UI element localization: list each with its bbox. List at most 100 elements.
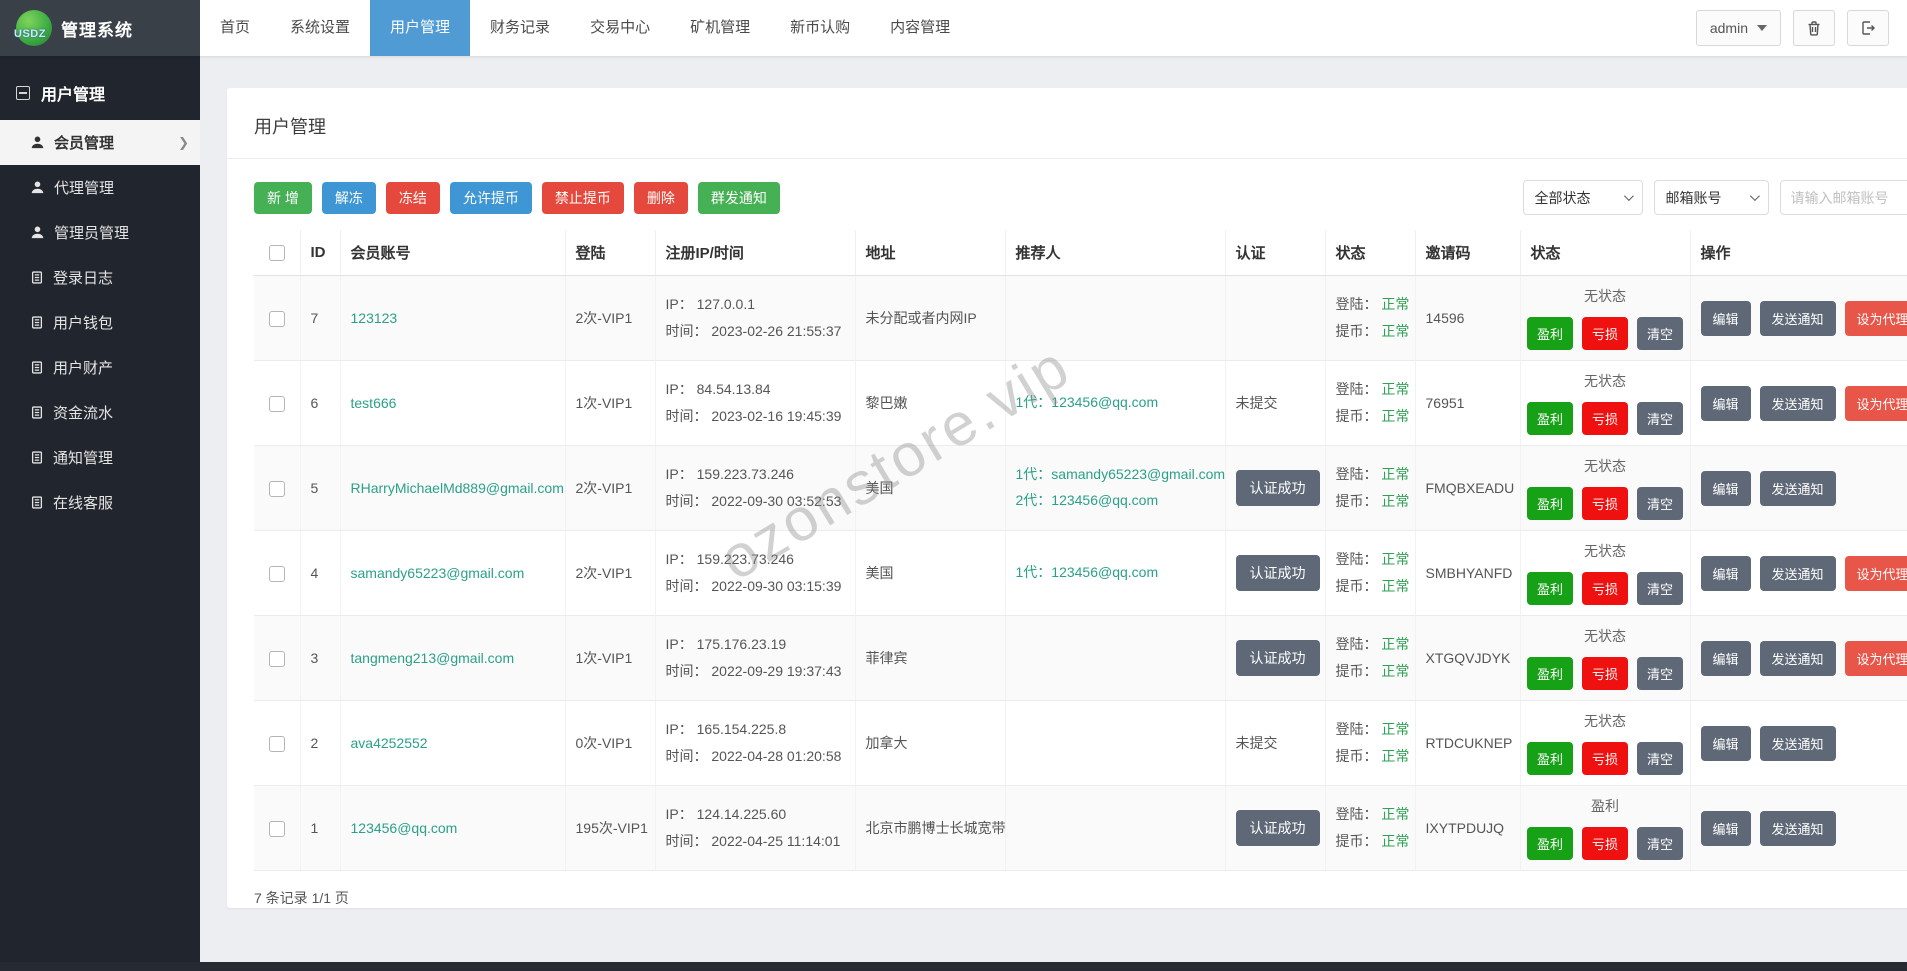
search-input[interactable] [1791,190,1907,206]
row-checkbox[interactable] [269,821,285,837]
clear-button[interactable]: 清空 [1637,487,1683,520]
edit-button[interactable]: 编辑 [1701,811,1751,846]
sidebar-item-用户钱包[interactable]: 用户钱包 [0,300,200,345]
clear-button[interactable]: 清空 [1637,742,1683,775]
row-checkbox[interactable] [269,736,285,752]
sidebar-item-在线客服[interactable]: 在线客服 [0,480,200,525]
account-link[interactable]: samandy65223@gmail.com [351,565,525,581]
loss-button[interactable]: 亏损 [1582,572,1628,605]
profit-button[interactable]: 盈利 [1527,827,1573,860]
profit-button[interactable]: 盈利 [1527,402,1573,435]
row-checkbox[interactable] [269,481,285,497]
loss-button[interactable]: 亏损 [1582,402,1628,435]
loss-button[interactable]: 亏损 [1582,317,1628,350]
send-notify-button[interactable]: 发送通知 [1760,641,1836,676]
account-link[interactable]: RHarryMichaelMd889@gmail.com [351,480,564,496]
nav-item-财务记录[interactable]: 财务记录 [470,0,570,56]
row-checkbox[interactable] [269,566,285,582]
profit-button[interactable]: 盈利 [1527,572,1573,605]
auth-success-button[interactable]: 认证成功 [1236,470,1320,506]
select-all-checkbox[interactable] [269,245,285,261]
nav-item-内容管理[interactable]: 内容管理 [870,0,970,56]
clear-button[interactable]: 清空 [1637,827,1683,860]
sidebar-item-管理员管理[interactable]: 管理员管理 [0,210,200,255]
set-agent-button[interactable]: 设为代理 [1845,386,1907,421]
sidebar-item-登录日志[interactable]: 登录日志 [0,255,200,300]
nav-item-矿机管理[interactable]: 矿机管理 [670,0,770,56]
clear-button[interactable]: 清空 [1637,402,1683,435]
clear-cache-button[interactable] [1793,10,1835,46]
sidebar-item-通知管理[interactable]: 通知管理 [0,435,200,480]
time-line: 时间： 2022-04-25 11:14:01 [666,828,845,855]
clear-button[interactable]: 清空 [1637,317,1683,350]
sidebar-item-会员管理[interactable]: 会员管理❯ [0,120,200,165]
referrer-line[interactable]: 2代：123456@qq.com [1016,488,1215,514]
sidebar-item-代理管理[interactable]: 代理管理 [0,165,200,210]
bulk-button-允许提币[interactable]: 允许提币 [450,182,532,214]
edit-button[interactable]: 编辑 [1701,471,1751,506]
referrer-line[interactable]: 1代：123456@qq.com [1016,390,1215,416]
field-filter-select[interactable]: 邮箱账号 [1654,180,1769,215]
account-link[interactable]: test666 [351,395,397,411]
account-link[interactable]: 123456@qq.com [351,820,458,836]
profit-button[interactable]: 盈利 [1527,487,1573,520]
profit-button[interactable]: 盈利 [1527,742,1573,775]
edit-button[interactable]: 编辑 [1701,556,1751,591]
loss-button[interactable]: 亏损 [1582,487,1628,520]
sidebar-section-label: 用户管理 [41,81,105,105]
account-link[interactable]: tangmeng213@gmail.com [351,650,515,666]
auth-success-button[interactable]: 认证成功 [1236,555,1320,591]
nav-item-系统设置[interactable]: 系统设置 [270,0,370,56]
sidebar-item-label: 用户钱包 [53,312,113,333]
send-notify-button[interactable]: 发送通知 [1760,471,1836,506]
edit-button[interactable]: 编辑 [1701,641,1751,676]
profit-button[interactable]: 盈利 [1527,317,1573,350]
send-notify-button[interactable]: 发送通知 [1760,556,1836,591]
cell-id: 4 [300,531,340,616]
nav-item-新币认购[interactable]: 新币认购 [770,0,870,56]
edit-button[interactable]: 编辑 [1701,301,1751,336]
edit-button[interactable]: 编辑 [1701,386,1751,421]
account-link[interactable]: ava4252552 [351,735,428,751]
set-agent-button[interactable]: 设为代理 [1845,556,1907,591]
main-layout: 用户管理 会员管理❯代理管理管理员管理登录日志用户钱包用户财产资金流水通知管理在… [0,56,1907,962]
loss-button[interactable]: 亏损 [1582,742,1628,775]
clear-button[interactable]: 清空 [1637,657,1683,690]
logout-button[interactable] [1847,10,1889,46]
edit-button[interactable]: 编辑 [1701,726,1751,761]
row-checkbox[interactable] [269,396,285,412]
row-checkbox[interactable] [269,651,285,667]
auth-success-button[interactable]: 认证成功 [1236,810,1320,846]
sidebar-item-用户财产[interactable]: 用户财产 [0,345,200,390]
bulk-button-解冻[interactable]: 解冻 [322,182,376,214]
bulk-button-禁止提币[interactable]: 禁止提币 [542,182,624,214]
set-agent-button[interactable]: 设为代理 [1845,641,1907,676]
sidebar-section-user-mgmt[interactable]: 用户管理 [0,66,200,120]
send-notify-button[interactable]: 发送通知 [1760,726,1836,761]
bulk-button-群发通知[interactable]: 群发通知 [698,182,780,214]
login-status-line: 登陆： 正常 [1336,546,1405,573]
row-checkbox[interactable] [269,311,285,327]
bulk-button-冻结[interactable]: 冻结 [386,182,440,214]
bulk-button-删除[interactable]: 删除 [634,182,688,214]
admin-dropdown[interactable]: admin [1696,10,1781,46]
referrer-line[interactable]: 1代：123456@qq.com [1016,560,1215,586]
status-filter-select[interactable]: 全部状态 [1523,180,1643,215]
send-notify-button[interactable]: 发送通知 [1760,811,1836,846]
loss-button[interactable]: 亏损 [1582,827,1628,860]
account-link[interactable]: 123123 [351,310,398,326]
send-notify-button[interactable]: 发送通知 [1760,301,1836,336]
sidebar-item-资金流水[interactable]: 资金流水 [0,390,200,435]
clear-button[interactable]: 清空 [1637,572,1683,605]
nav-item-首页[interactable]: 首页 [200,0,270,56]
referrer-line[interactable]: 1代：samandy65223@gmail.com [1016,462,1215,488]
profit-button[interactable]: 盈利 [1527,657,1573,690]
send-notify-button[interactable]: 发送通知 [1760,386,1836,421]
bulk-button-新增[interactable]: 新 增 [254,182,312,214]
auth-success-button[interactable]: 认证成功 [1236,640,1320,676]
set-agent-button[interactable]: 设为代理 [1845,301,1907,336]
nav-item-用户管理[interactable]: 用户管理 [370,0,470,56]
loss-button[interactable]: 亏损 [1582,657,1628,690]
nav-item-交易中心[interactable]: 交易中心 [570,0,670,56]
cell-operations: 编辑发送通知设为代理 [1690,276,1907,361]
